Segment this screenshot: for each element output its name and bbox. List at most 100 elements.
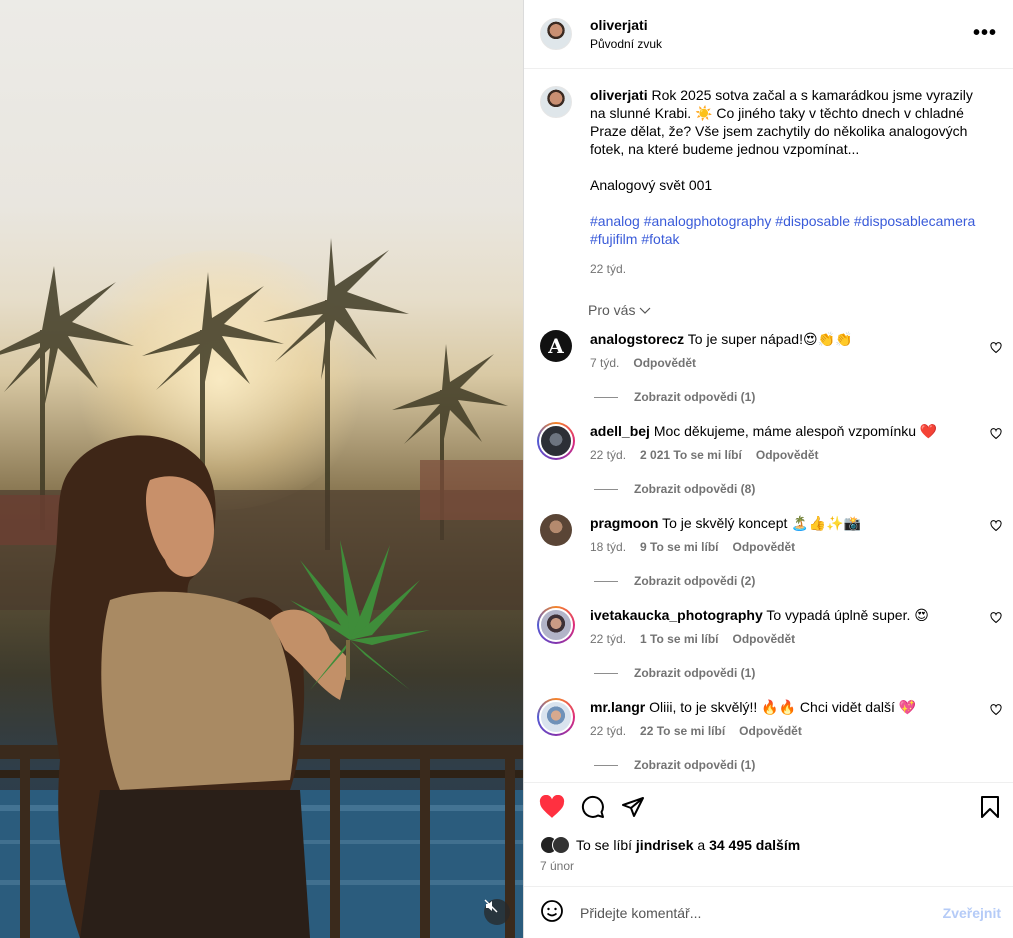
reply-button[interactable]: Odpovědět <box>756 448 819 462</box>
like-comment-icon[interactable] <box>990 612 1002 624</box>
hashtag-link[interactable]: #analogphotography <box>644 213 772 229</box>
commenter-avatar-ring[interactable] <box>537 422 575 460</box>
comment-item: mr.langr Oliii, to je skvělý!! 🔥🔥 Chci v… <box>524 680 1013 772</box>
comment-sort-dropdown[interactable]: Pro vás <box>588 302 1013 318</box>
comment-age: 7 týd. <box>590 356 620 370</box>
post-dialog: oliverjati Původní zvuk ••• oliverjati R… <box>0 0 1013 938</box>
view-replies-button[interactable]: Zobrazit odpovědi (8) <box>594 482 950 496</box>
like-comment-icon[interactable] <box>990 342 1002 354</box>
emoji-button[interactable] <box>540 899 564 926</box>
mute-toggle-button[interactable] <box>484 899 510 925</box>
comment-age: 22 týd. <box>590 448 627 462</box>
hashtag-link[interactable]: #analog <box>590 213 640 229</box>
replies-divider <box>594 580 618 582</box>
commenter-avatar <box>539 424 573 458</box>
caption-hashtags: #analog #analogphotography #disposable #… <box>590 212 990 248</box>
commenter-avatar-ring[interactable] <box>537 698 575 736</box>
hashtag-link[interactable]: #disposable <box>775 213 850 229</box>
author-info: oliverjati Původní zvuk <box>590 17 662 51</box>
caption-text: Rok 2025 sotva začal a s kamarádkou jsme… <box>590 87 973 157</box>
commenter-avatar <box>539 700 573 734</box>
caption-username[interactable]: oliverjati <box>590 87 648 103</box>
share-button[interactable] <box>621 795 645 822</box>
post-date[interactable]: 7 únor <box>540 859 574 873</box>
photo-illustration <box>0 238 523 938</box>
view-replies-label: Zobrazit odpovědi (8) <box>634 482 756 496</box>
likes-summary: To se líbí jindrisek a 34 495 dalším <box>540 836 800 854</box>
comment-likes[interactable]: 1 To se mi líbí <box>640 632 718 646</box>
post-header: oliverjati Původní zvuk ••• <box>524 0 1013 69</box>
comment-age: 22 týd. <box>590 632 627 646</box>
view-replies-label: Zobrazit odpovědi (2) <box>634 574 756 588</box>
hashtag-link[interactable]: #fujifilm <box>590 231 637 247</box>
post-comment-button[interactable]: Zveřejnit <box>943 905 1001 921</box>
reply-button[interactable]: Odpovědět <box>739 724 802 738</box>
comment-item: ivetakaucka_photography To vypadá úplně … <box>524 588 1013 680</box>
like-comment-icon[interactable] <box>990 704 1002 716</box>
comment-item: A analogstorecz To je super nápad!😍👏👏 7 … <box>524 318 1013 404</box>
comment-item: pragmoon To je skvělý koncept 🏝️👍✨📸 18 t… <box>524 496 1013 588</box>
comment-button[interactable] <box>581 795 605 822</box>
comments-feed[interactable]: oliverjati Rok 2025 sotva začal a s kama… <box>524 70 1013 782</box>
paper-plane-icon <box>622 797 644 817</box>
comment-likes[interactable]: 2 021 To se mi líbí <box>640 448 742 462</box>
speaker-muted-icon <box>484 899 498 913</box>
like-comment-icon[interactable] <box>990 520 1002 532</box>
commenter-avatar[interactable] <box>540 514 572 546</box>
caption-body: oliverjati Rok 2025 sotva začal a s kama… <box>590 86 990 278</box>
comment-bubble-icon <box>581 795 604 818</box>
view-replies-button[interactable]: Zobrazit odpovědi (1) <box>594 390 950 404</box>
comment-body: pragmoon To je skvělý koncept 🏝️👍✨📸 18 t… <box>590 514 950 588</box>
like-comment-icon[interactable] <box>990 428 1002 440</box>
liker-avatar[interactable] <box>552 836 570 854</box>
comment-likes[interactable]: 22 To se mi líbí <box>640 724 725 738</box>
view-replies-button[interactable]: Zobrazit odpovědi (2) <box>594 574 950 588</box>
reply-button[interactable]: Odpovědět <box>633 356 696 370</box>
hashtag-link[interactable]: #fotak <box>641 231 679 247</box>
view-replies-label: Zobrazit odpovědi (1) <box>634 390 756 404</box>
caption-series: Analogový svět 001 <box>590 177 713 193</box>
hashtag-link[interactable]: #disposablecamera <box>854 213 975 229</box>
commenter-username[interactable]: analogstorecz <box>590 331 684 347</box>
likes-prefix: To se líbí <box>576 837 633 853</box>
more-options-button[interactable]: ••• <box>973 22 997 45</box>
comment-body: ivetakaucka_photography To vypadá úplně … <box>590 606 950 680</box>
likes-count[interactable]: 34 495 dalším <box>709 837 800 853</box>
comment-age: 18 týd. <box>590 540 627 554</box>
bookmark-icon <box>981 796 999 818</box>
chevron-down-icon <box>639 307 651 314</box>
commenter-username[interactable]: mr.langr <box>590 699 645 715</box>
comment-body: adell_bej Moc děkujeme, máme alespoň vzp… <box>590 422 950 496</box>
post-media[interactable] <box>0 0 523 938</box>
reply-button[interactable]: Odpovědět <box>733 540 796 554</box>
view-replies-label: Zobrazit odpovědi (1) <box>634 666 756 680</box>
view-replies-label: Zobrazit odpovědi (1) <box>634 758 756 772</box>
view-replies-button[interactable]: Zobrazit odpovědi (1) <box>594 758 950 772</box>
comment-body: mr.langr Oliii, to je skvělý!! 🔥🔥 Chci v… <box>590 698 950 772</box>
author-username[interactable]: oliverjati <box>590 17 662 33</box>
comment-item: adell_bej Moc děkujeme, máme alespoň vzp… <box>524 404 1013 496</box>
replies-divider <box>594 396 618 398</box>
likes-and: a <box>697 837 706 853</box>
save-button[interactable] <box>979 795 1001 822</box>
liker-username[interactable]: jindrisek <box>636 837 694 853</box>
commenter-username[interactable]: ivetakaucka_photography <box>590 607 763 623</box>
author-avatar[interactable] <box>540 18 572 50</box>
audio-label[interactable]: Původní zvuk <box>590 37 662 51</box>
comment-likes[interactable]: 9 To se mi líbí <box>640 540 718 554</box>
comment-text: To je super nápad!😍👏👏 <box>687 331 853 347</box>
comment-text: To je skvělý koncept 🏝️👍✨📸 <box>662 515 861 531</box>
heart-filled-icon <box>539 794 565 818</box>
commenter-avatar-ring[interactable] <box>537 606 575 644</box>
comment-input[interactable] <box>580 904 943 921</box>
view-replies-button[interactable]: Zobrazit odpovědi (1) <box>594 666 950 680</box>
like-button[interactable] <box>539 794 565 822</box>
reply-button[interactable]: Odpovědět <box>733 632 796 646</box>
caption-avatar[interactable] <box>540 86 572 118</box>
comment-text: Oliii, to je skvělý!! 🔥🔥 Chci vidět dalš… <box>649 699 917 715</box>
commenter-username[interactable]: pragmoon <box>590 515 658 531</box>
add-comment-bar: Zveřejnit <box>524 886 1013 938</box>
comment-age: 22 týd. <box>590 724 627 738</box>
commenter-avatar[interactable]: A <box>540 330 572 362</box>
commenter-username[interactable]: adell_bej <box>590 423 650 439</box>
